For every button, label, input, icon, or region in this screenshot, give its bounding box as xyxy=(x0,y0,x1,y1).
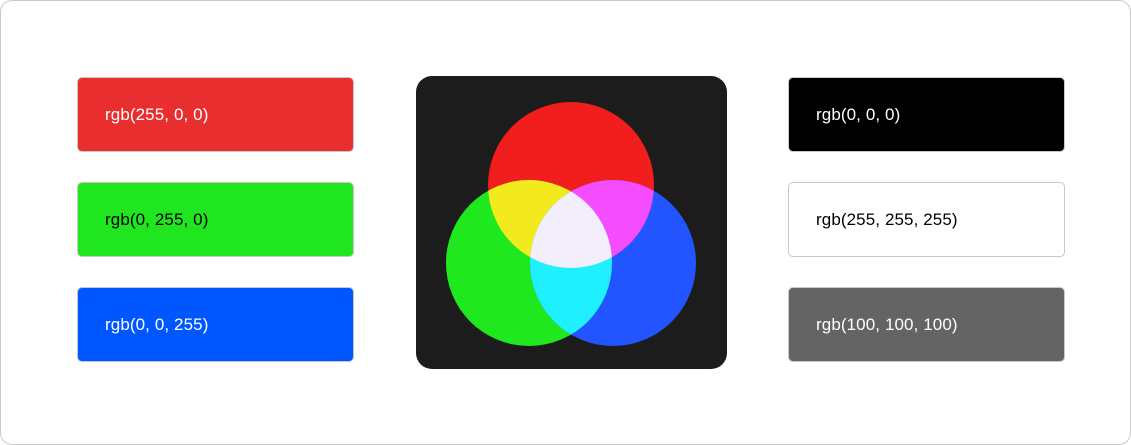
swatch-green-label: rgb(0, 255, 0) xyxy=(105,209,209,229)
swatch-green: rgb(0, 255, 0) xyxy=(77,182,354,257)
swatch-gray: rgb(100, 100, 100) xyxy=(788,287,1065,362)
swatch-white: rgb(255, 255, 255) xyxy=(788,182,1065,257)
rgb-venn-diagram xyxy=(416,76,727,369)
swatch-gray-label: rgb(100, 100, 100) xyxy=(816,314,958,334)
swatch-blue: rgb(0, 0, 255) xyxy=(77,287,354,362)
rgb-venn-svg xyxy=(446,102,696,346)
swatch-red-label: rgb(255, 0, 0) xyxy=(105,104,209,124)
swatch-white-label: rgb(255, 255, 255) xyxy=(816,209,958,229)
swatch-blue-label: rgb(0, 0, 255) xyxy=(105,314,209,334)
swatch-black: rgb(0, 0, 0) xyxy=(788,77,1065,152)
swatch-red: rgb(255, 0, 0) xyxy=(77,77,354,152)
swatch-black-label: rgb(0, 0, 0) xyxy=(816,104,901,124)
